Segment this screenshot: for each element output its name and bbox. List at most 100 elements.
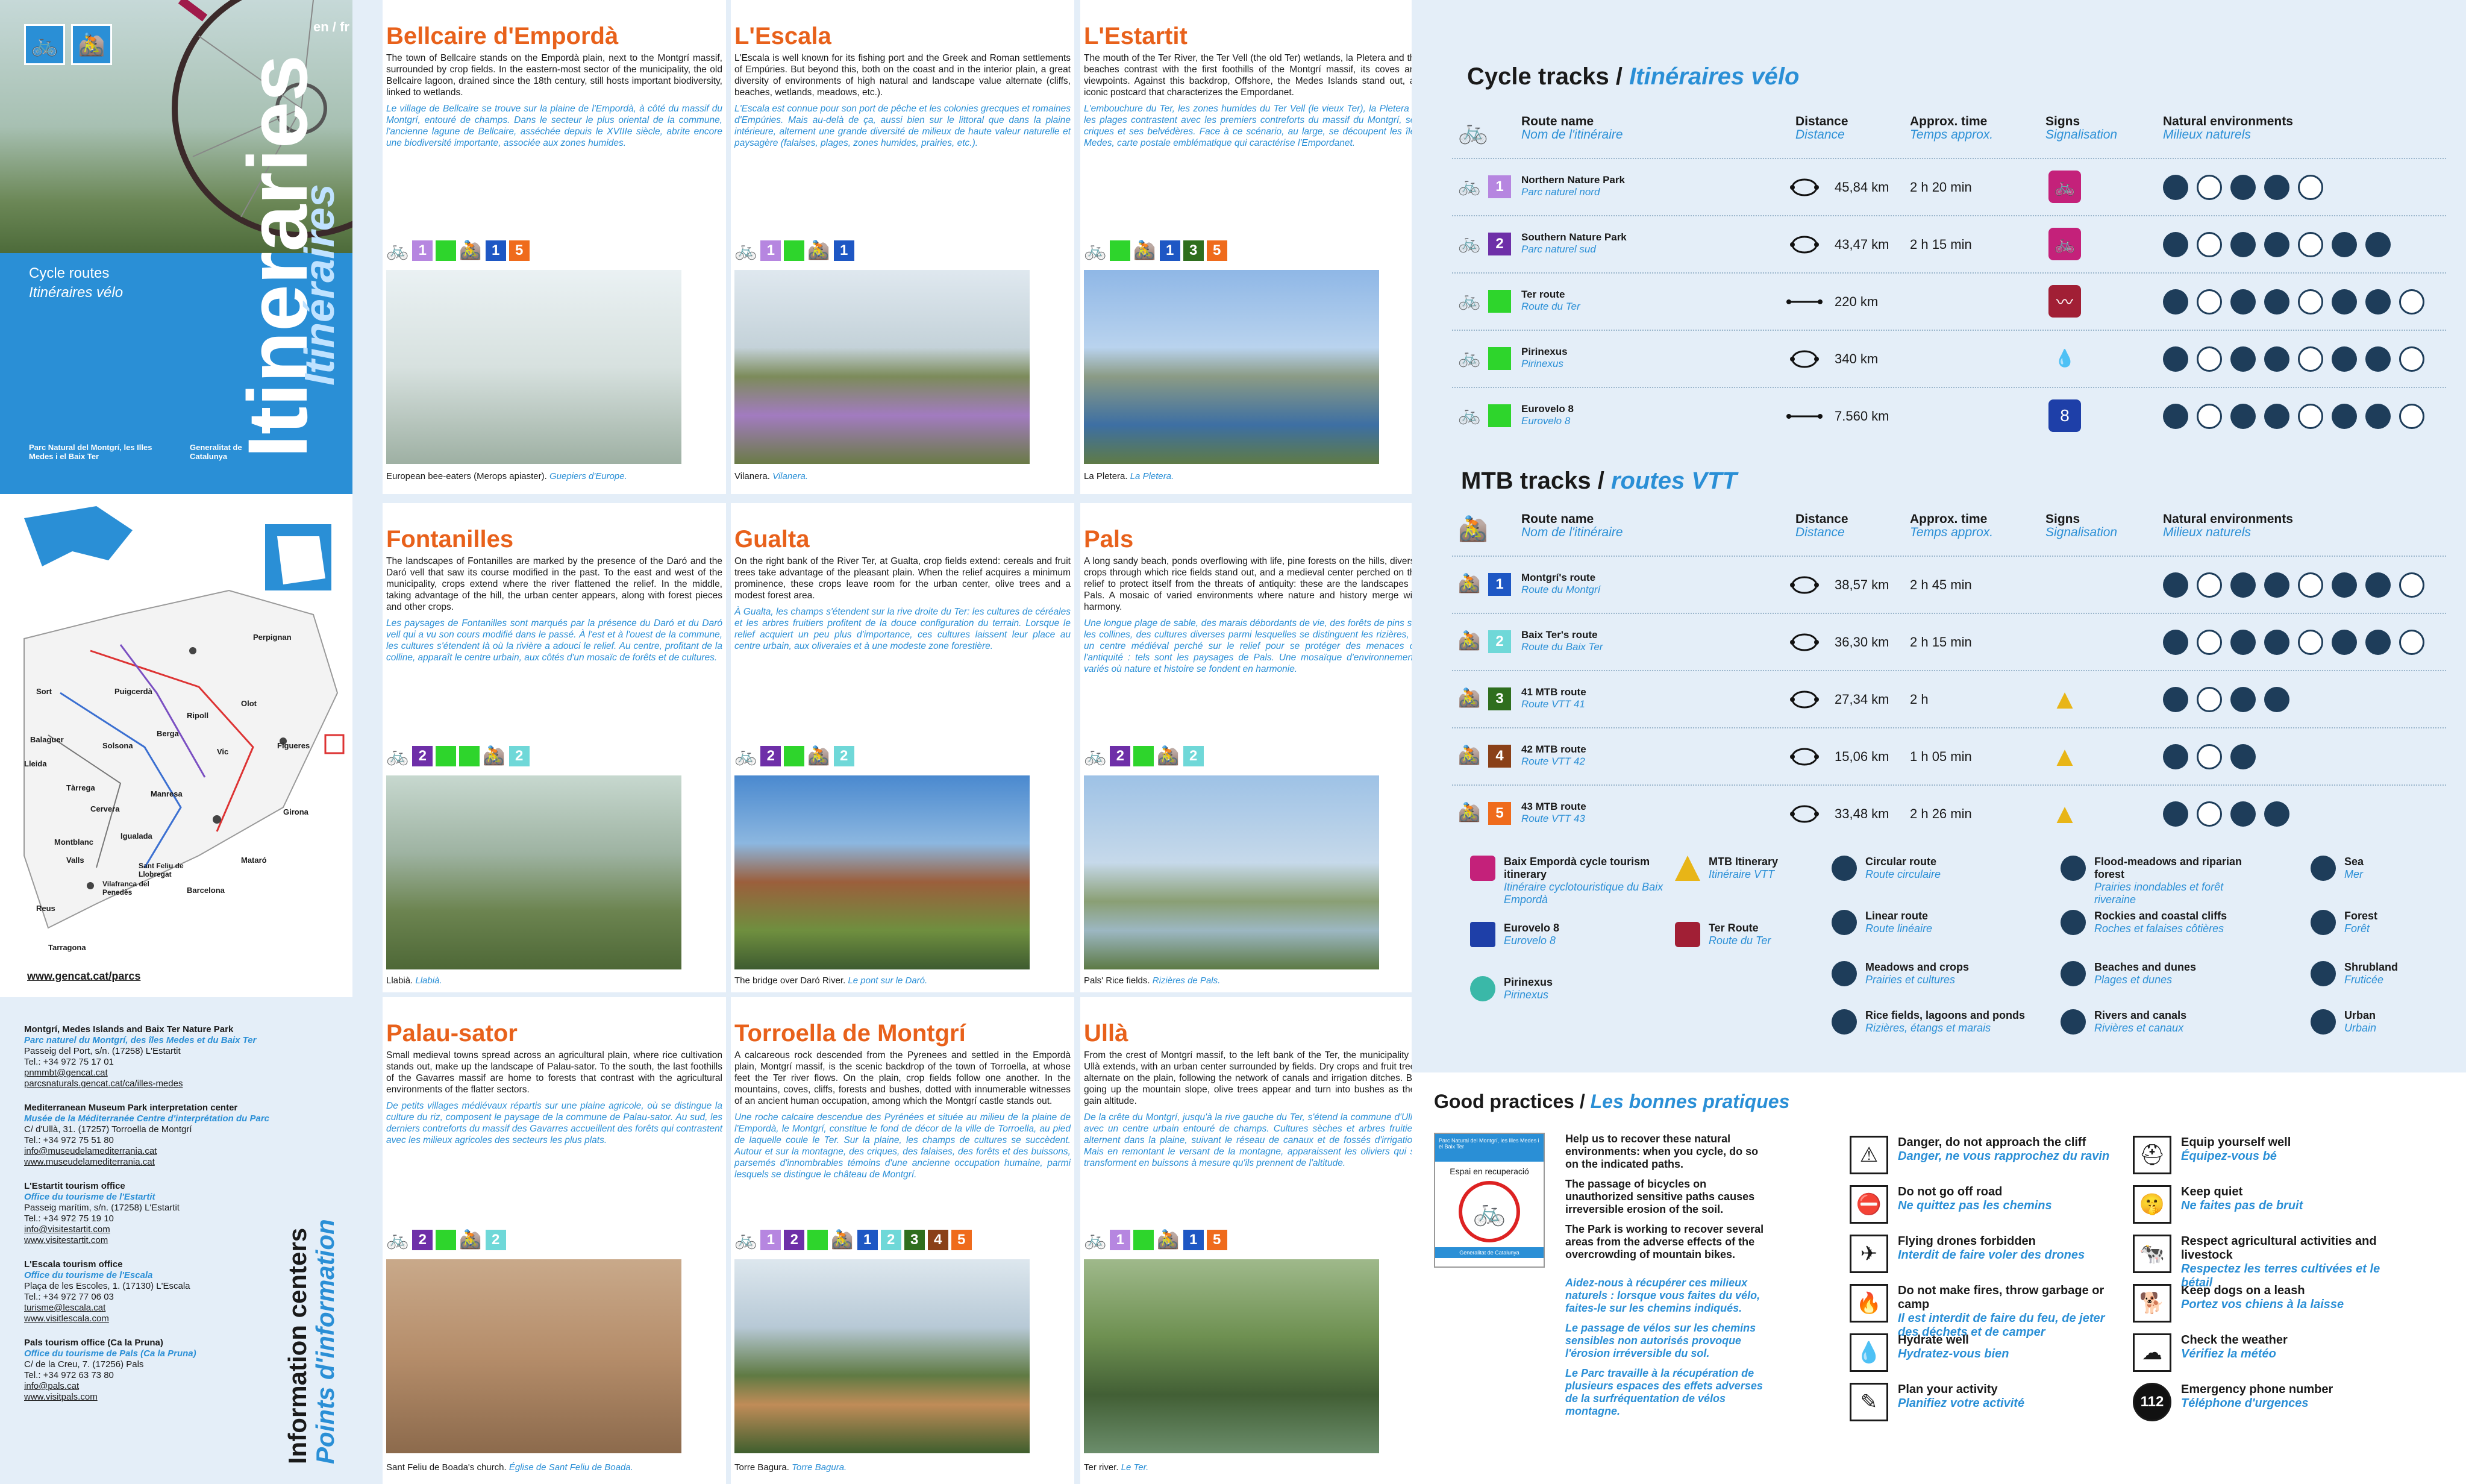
location-title: Pals (1084, 526, 1420, 553)
table-row[interactable]: 🚵2Baix Ter's routeRoute du Baix Ter36,30… (1452, 613, 2446, 670)
route-chip[interactable]: 5 (951, 1230, 972, 1250)
route-chip[interactable]: 1 (486, 240, 506, 261)
info-entry-link[interactable]: pnmmbt@gencat.cat (24, 1068, 295, 1079)
column-header-signs-fr: Signalisation (2045, 128, 2117, 142)
good-practice-item: 🐄Respect agricultural activities and liv… (2133, 1235, 2410, 1290)
route-chip[interactable] (436, 1230, 456, 1250)
info-entry-link[interactable]: info@museudelamediterrania.cat (24, 1146, 295, 1157)
mtb-icon: 🚵 (1458, 573, 1480, 594)
location-title: Ullà (1084, 1020, 1420, 1047)
beaches-dunes-icon (2298, 404, 2323, 429)
photo-caption: Llabià. Llabià. (386, 975, 442, 986)
route-chip[interactable]: 3 (904, 1230, 925, 1250)
route-chip[interactable] (1133, 746, 1154, 766)
caption-text-fr: Le pont sur le Daró. (848, 975, 927, 986)
table-row[interactable]: 🚲PirinexusPirinexus340 km💧 (1452, 330, 2446, 387)
info-entry-line: Tel.: +34 972 75 17 01 (24, 1057, 295, 1068)
legend-item: Meadows and cropsPrairies et cultures (1832, 961, 2030, 986)
route-chip[interactable]: 2 (412, 1230, 433, 1250)
route-chip[interactable] (459, 746, 480, 766)
table-row[interactable]: 🚲Ter routeRoute du Ter220 km〰 (1452, 272, 2446, 330)
meadows-crops-icon (2163, 404, 2188, 429)
route-chip[interactable]: 2 (1110, 746, 1130, 766)
route-chip[interactable]: 5 (1207, 240, 1227, 261)
route-chip[interactable] (1133, 1230, 1154, 1250)
route-chip[interactable]: 2 (486, 1230, 506, 1250)
route-chip[interactable] (807, 1230, 828, 1250)
map-label-lleida: Lleida (24, 759, 47, 768)
table-row[interactable]: 🚲Eurovelo 8Eurovelo 87.560 km8 (1452, 387, 2446, 444)
route-chip[interactable]: 3 (1183, 240, 1204, 261)
info-entry-link[interactable]: turisme@lescala.cat (24, 1303, 295, 1313)
legend-label-fr: Itinéraire cyclotouristique du Baix Empo… (1504, 881, 1666, 906)
route-chip[interactable] (1110, 240, 1130, 261)
flood-meadows-icon (2230, 744, 2256, 769)
route-chip[interactable]: 5 (1207, 1230, 1227, 1250)
location-text: A long sandy beach, ponds overflowing wi… (1084, 556, 1420, 613)
route-chip[interactable] (784, 240, 804, 261)
info-entry: Mediterranean Museum Park interpretation… (24, 1103, 295, 1168)
route-chips: 🚲1🚵15 (1084, 1229, 1230, 1250)
eurovelo-sign-icon (1470, 922, 1495, 947)
bicycle-icon: 🚲 (1458, 347, 1480, 368)
route-chip[interactable] (784, 746, 804, 766)
beaches-dunes-icon (2061, 961, 2086, 986)
cover-subtitle-fr: Itinéraires vélo (29, 284, 123, 301)
route-chip[interactable]: 2 (784, 1230, 804, 1250)
route-chip[interactable] (436, 240, 456, 261)
route-chip[interactable]: 2 (412, 746, 433, 766)
table-row[interactable]: 🚵1Montgrí's routeRoute du Montgrí38,57 k… (1452, 556, 2446, 613)
location-text: The landscapes of Fontanilles are marked… (386, 556, 722, 613)
route-chip[interactable]: 2 (1183, 746, 1204, 766)
info-entry-link[interactable]: www.visitpals.com (24, 1392, 295, 1403)
danger-cliff-icon: ⚠ (1850, 1136, 1888, 1174)
info-entry-name-fr: Office du tourisme de Pals (Ca la Pruna) (24, 1348, 295, 1359)
info-entry-link[interactable]: info@visitestartit.com (24, 1224, 295, 1235)
info-entry-name: Montgrí, Medes Islands and Baix Ter Natu… (24, 1024, 295, 1035)
urban-icon (2311, 1009, 2336, 1035)
table-row[interactable]: 🚲1Northern Nature ParkParc naturel nord4… (1452, 158, 2446, 215)
route-chip[interactable]: 1 (760, 240, 781, 261)
route-chip[interactable]: 1 (1160, 240, 1180, 261)
route-chip[interactable]: 1 (1183, 1230, 1204, 1250)
info-entry-link[interactable]: www.visitlescala.com (24, 1313, 295, 1324)
legend-label-fr: Route du Ter (1709, 935, 1871, 947)
flood-meadows-icon (2230, 404, 2256, 429)
info-entry-name-fr: Office du tourisme de l'Escala (24, 1270, 295, 1281)
table-row[interactable]: 🚲2Southern Nature ParkParc naturel sud43… (1452, 215, 2446, 272)
route-chip[interactable]: 2 (834, 746, 854, 766)
route-time: 2 h 15 min (1910, 634, 1972, 650)
route-chip[interactable] (436, 746, 456, 766)
info-entry-name: L'Estartit tourism office (24, 1181, 295, 1192)
route-chip[interactable]: 1 (412, 240, 433, 261)
map-label-mataro: Mataró (241, 856, 267, 865)
meadows-crops-icon (1832, 961, 1857, 986)
map-url-link[interactable]: www.gencat.cat/parcs (27, 970, 140, 983)
column-header-env: Natural environments (2163, 512, 2293, 527)
route-chip[interactable]: 4 (928, 1230, 948, 1250)
info-entry-link[interactable]: www.museudelamediterrania.cat (24, 1157, 295, 1168)
route-chip[interactable]: 2 (760, 746, 781, 766)
info-entry-link[interactable]: www.visitestartit.com (24, 1235, 295, 1246)
table-row[interactable]: 🚵341 MTB routeRoute VTT 4127,34 km2 h▲ (1452, 670, 2446, 727)
mtb-icon: 🚵 (1157, 745, 1179, 766)
route-chip[interactable]: 5 (509, 240, 530, 261)
table-row[interactable]: 🚵543 MTB routeRoute VTT 4333,48 km2 h 26… (1452, 784, 2446, 842)
route-time: 2 h (1910, 692, 1929, 707)
route-chip[interactable]: 2 (509, 746, 530, 766)
weather-icon: ☁ (2133, 1333, 2171, 1372)
flood-meadows-icon (2061, 856, 2086, 881)
info-entry-link[interactable]: parcsnaturals.gencat.cat/ca/illes-medes (24, 1079, 295, 1089)
route-chip[interactable]: 2 (881, 1230, 901, 1250)
route-chip[interactable]: 1 (834, 240, 854, 261)
route-chip[interactable]: 1 (760, 1230, 781, 1250)
good-practice-item: 🐕Keep dogs on a leashPortez vos chiens à… (2133, 1284, 2410, 1323)
rocks-cliffs-icon (2264, 404, 2289, 429)
legend-item: Baix Empordà cycle tourism itineraryItin… (1470, 856, 1669, 906)
info-entry-link[interactable]: info@pals.cat (24, 1381, 295, 1392)
table-row[interactable]: 🚵442 MTB routeRoute VTT 4215,06 km1 h 05… (1452, 727, 2446, 784)
mtb-tracks-table: 🚵Route nameNom de l'itinéraireDistanceDi… (1452, 512, 2446, 842)
route-chip[interactable]: 1 (1110, 1230, 1130, 1250)
route-chip[interactable]: 1 (857, 1230, 878, 1250)
location-text-fr: À Gualta, les champs s'étendent sur la r… (734, 606, 1071, 652)
